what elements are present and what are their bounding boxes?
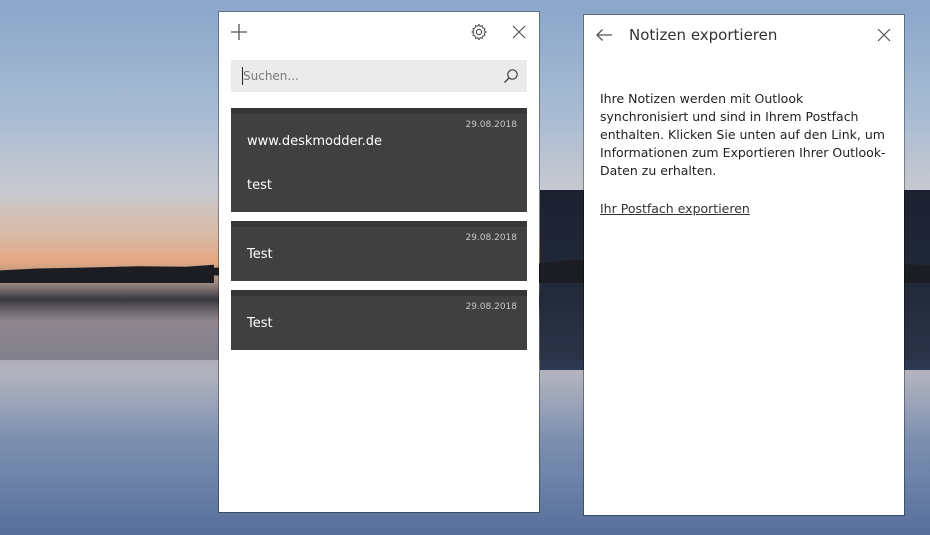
note-date: 29.08.2018 (465, 233, 517, 243)
note-card-stripe (231, 108, 527, 114)
note-card[interactable]: 29.08.2018 Test (231, 221, 527, 281)
close-button[interactable] (870, 21, 898, 49)
notes-list-window: 29.08.2018 www.deskmodder.de test 29.08.… (219, 12, 539, 512)
search-box (231, 60, 527, 92)
note-text-line: Test (247, 247, 273, 262)
back-arrow-icon (596, 29, 612, 41)
back-button[interactable] (590, 21, 618, 49)
export-notes-window: Notizen exportieren Ihre Notizen werden … (584, 15, 904, 515)
page-title: Notizen exportieren (629, 26, 778, 44)
note-date: 29.08.2018 (465, 120, 517, 130)
search-input[interactable] (243, 66, 493, 86)
note-text-line: test (247, 178, 272, 193)
export-description: Ihre Notizen werden mit Outlook synchron… (600, 91, 886, 178)
note-text-line: www.deskmodder.de (247, 134, 383, 149)
note-card[interactable]: 29.08.2018 Test (231, 290, 527, 350)
settings-button[interactable] (465, 18, 493, 46)
note-card[interactable]: 29.08.2018 www.deskmodder.de test (231, 108, 527, 212)
search-icon[interactable] (503, 68, 519, 84)
plus-icon (231, 24, 247, 40)
add-note-button[interactable] (225, 18, 253, 46)
close-icon (512, 25, 526, 39)
note-card-stripe (231, 221, 527, 227)
export-mailbox-link[interactable]: Ihr Postfach exportieren (600, 201, 750, 216)
note-card-stripe (231, 290, 527, 296)
gear-icon (471, 23, 487, 41)
note-date: 29.08.2018 (465, 302, 517, 312)
close-button[interactable] (505, 18, 533, 46)
close-icon (877, 28, 891, 42)
note-text-line: Test (247, 316, 273, 331)
